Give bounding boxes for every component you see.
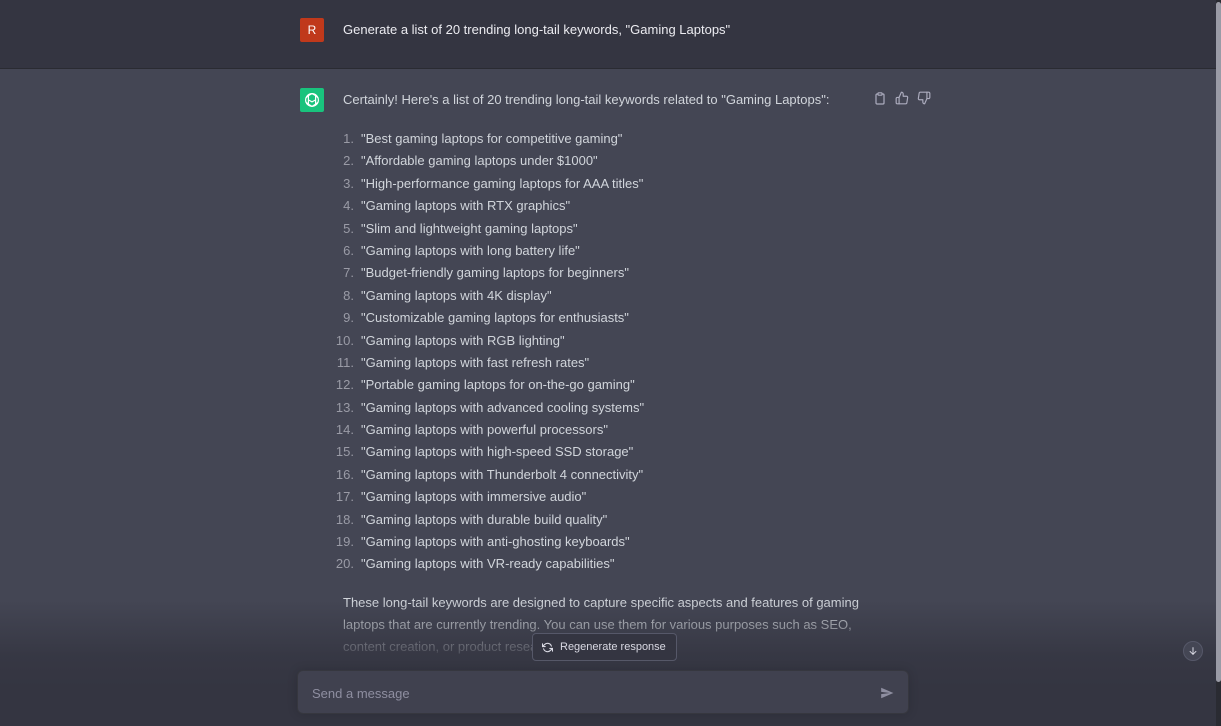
list-item-text: "High-performance gaming laptops for AAA…	[361, 175, 644, 191]
list-item-text: "Gaming laptops with 4K display"	[361, 287, 552, 303]
list-item: 7. "Budget-friendly gaming laptops for be…	[330, 262, 644, 284]
list-item-text: "Gaming laptops with Thunderbolt 4 conne…	[361, 466, 644, 482]
list-item-number: 8.	[343, 287, 354, 303]
user-avatar: R	[300, 18, 324, 42]
thumbs-down-icon	[917, 91, 931, 105]
list-item-text: "Portable gaming laptops for on-the-go g…	[361, 377, 635, 393]
list-item-number: 6.	[343, 242, 354, 258]
list-item: 14. "Gaming laptops with powerful process…	[330, 419, 644, 441]
user-message-row: R Generate a list of 20 trending long-ta…	[0, 0, 1216, 69]
list-item-number: 20.	[335, 556, 354, 572]
list-item-text: "Gaming laptops with high-speed SSD stor…	[361, 444, 634, 460]
list-item-text: "Best gaming laptops for competitive gam…	[361, 131, 623, 146]
list-item-number: 7.	[343, 265, 354, 281]
message-actions	[872, 90, 932, 106]
list-item: 13. "Gaming laptops with advanced cooling…	[330, 397, 644, 419]
list-item: 9. "Customizable gaming laptops for enthu…	[330, 307, 644, 329]
user-message-text: Generate a list of 20 trending long-tail…	[343, 22, 731, 37]
list-item-number: 2.	[343, 153, 354, 169]
list-item: 16. "Gaming laptops with Thunderbolt 4 co…	[330, 464, 644, 486]
list-item-number: 5.	[343, 220, 354, 236]
list-item-text: "Gaming laptops with RTX graphics"	[361, 198, 571, 214]
arrow-down-icon	[1189, 647, 1197, 655]
list-item-text: "Customizable gaming laptops for enthusi…	[361, 310, 629, 326]
list-item-text: "Gaming laptops with RGB lighting"	[361, 332, 565, 348]
list-item-text: "Gaming laptops with durable build quali…	[361, 511, 608, 527]
list-item: 17. "Gaming laptops with immersive audio"	[330, 486, 644, 508]
list-item: 5. "Slim and lightweight gaming laptops"	[330, 218, 644, 240]
list-item-number: 17.	[335, 489, 354, 505]
list-item-number: 1.	[343, 131, 354, 146]
list-item: 18. "Gaming laptops with durable build qu…	[330, 509, 644, 531]
send-icon	[881, 687, 894, 699]
list-item-text: "Gaming laptops with long battery life"	[361, 242, 580, 258]
list-item-text: "Gaming laptops with VR-ready capabiliti…	[361, 556, 615, 572]
list-item: 3. "High-performance gaming laptops for A…	[330, 173, 644, 195]
list-item-text: "Slim and lightweight gaming laptops"	[361, 220, 578, 236]
regenerate-label: Regenerate response	[560, 641, 666, 653]
list-item-text: "Gaming laptops with fast refresh rates"	[361, 354, 590, 370]
list-item-number: 3.	[343, 175, 354, 191]
list-item: 2. "Affordable gaming laptops under $1000…	[330, 150, 644, 172]
chat-page: R Generate a list of 20 trending long-ta…	[0, 0, 1221, 726]
list-item-number: 4.	[343, 198, 354, 214]
refresh-icon	[542, 642, 553, 652]
list-item-number: 10.	[335, 332, 354, 348]
scroll-to-bottom-button[interactable]	[1183, 641, 1203, 661]
list-item: 15. "Gaming laptops with high-speed SSD s…	[330, 441, 644, 463]
list-item-text: "Gaming laptops with powerful processors…	[361, 422, 608, 438]
send-button[interactable]	[878, 684, 896, 702]
list-item: 20. "Gaming laptops with VR-ready capabil…	[330, 553, 644, 575]
assistant-avatar	[300, 88, 324, 112]
list-item-text: "Gaming laptops with immersive audio"	[361, 489, 587, 505]
keyword-list: 1. "Best gaming laptops for competitive g…	[330, 128, 644, 576]
list-item-number: 13.	[335, 399, 354, 415]
list-item: 8. "Gaming laptops with 4K display"	[330, 285, 644, 307]
list-item-text: "Budget-friendly gaming laptops for begi…	[361, 265, 629, 281]
list-item: 6. "Gaming laptops with long battery life…	[330, 240, 644, 262]
thumbs-up-icon	[895, 91, 909, 105]
list-item-number: 14.	[335, 422, 354, 438]
list-item: 19. "Gaming laptops with anti-ghosting ke…	[330, 531, 644, 553]
scrollbar-thumb[interactable]	[1216, 2, 1221, 682]
list-item: 12. "Portable gaming laptops for on-the-g…	[330, 374, 644, 396]
list-item-text: "Affordable gaming laptops under $1000"	[361, 153, 598, 169]
thumbs-down-button[interactable]	[916, 90, 932, 106]
list-item-text: "Gaming laptops with anti-ghosting keybo…	[361, 534, 630, 550]
list-item: 11. "Gaming laptops with fast refresh rat…	[330, 352, 644, 374]
list-item-number: 15.	[335, 444, 354, 460]
list-item: 1. "Best gaming laptops for competitive g…	[330, 128, 644, 150]
list-item-number: 18.	[335, 511, 354, 527]
list-item-number: 19.	[335, 534, 354, 550]
openai-logo-icon	[305, 93, 319, 107]
list-item-number: 9.	[343, 310, 354, 326]
clipboard-icon	[875, 91, 885, 105]
list-item-number: 16.	[335, 466, 354, 482]
assistant-intro-text: Certainly! Here's a list of 20 trending …	[343, 92, 830, 107]
list-item-text: "Gaming laptops with advanced cooling sy…	[361, 399, 645, 415]
message-input[interactable]	[310, 682, 854, 704]
copy-button[interactable]	[872, 90, 888, 106]
list-item-number: 12.	[335, 377, 354, 393]
list-item: 10. "Gaming laptops with RGB lighting"	[330, 330, 644, 352]
list-item-number: 11.	[336, 354, 354, 370]
thumbs-up-button[interactable]	[894, 90, 910, 106]
message-composer	[297, 670, 909, 714]
regenerate-button[interactable]: Regenerate response	[532, 633, 677, 661]
list-item: 4. "Gaming laptops with RTX graphics"	[330, 195, 644, 217]
